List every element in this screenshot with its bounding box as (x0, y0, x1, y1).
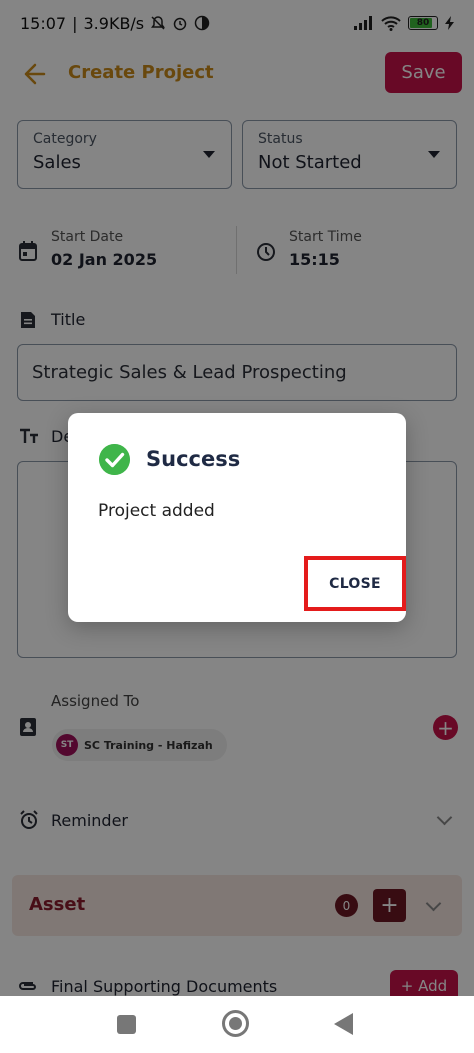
recents-icon[interactable] (117, 1015, 136, 1034)
success-dialog: Success Project added CLOSE (68, 413, 406, 622)
success-check-icon (99, 444, 130, 475)
close-button[interactable]: CLOSE (310, 563, 400, 604)
system-nav-bar (0, 996, 474, 1053)
back-icon[interactable] (334, 1013, 353, 1035)
home-icon[interactable] (222, 1010, 249, 1037)
dialog-message: Project added (98, 501, 215, 521)
dialog-title: Success (146, 447, 241, 471)
